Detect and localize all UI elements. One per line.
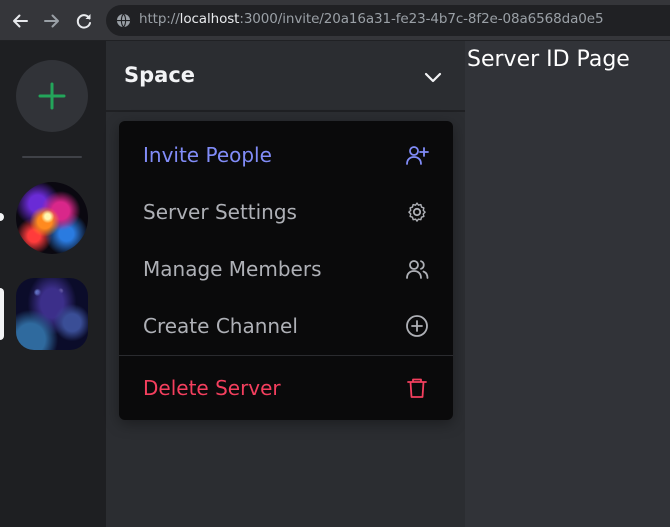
back-button[interactable] [8,9,32,33]
menu-item-label: Server Settings [143,200,297,224]
server-name: Space [124,63,196,87]
menu-item-label: Manage Members [143,257,322,281]
server-selected-indicator [0,288,4,340]
server-icon-2[interactable] [16,278,88,350]
user-plus-icon [406,146,429,165]
main-content: Server ID Page [465,41,670,527]
page-title: Server ID Page [467,47,630,72]
menu-item-invite-people[interactable]: Invite People [119,129,453,181]
users-icon [406,260,429,279]
gear-icon [408,202,426,222]
server-unread-indicator [0,213,4,221]
menu-item-server-settings[interactable]: Server Settings [119,186,453,238]
reload-icon [76,14,91,29]
add-server-button[interactable] [16,60,88,132]
menu-item-manage-members[interactable]: Manage Members [119,243,453,295]
url-text: http://localhost:3000/invite/20a16a31-fe… [139,11,604,27]
server-dropdown-menu: Invite People Server Settings Manage Mem… [119,121,453,420]
chevron-down-icon [424,72,442,83]
menu-item-label: Create Channel [143,314,298,338]
url-host: localhost [179,11,240,27]
trash-icon [407,378,427,398]
menu-separator [119,355,453,356]
plus-icon [38,82,66,110]
browser-toolbar: http://localhost:3000/invite/20a16a31-fe… [0,0,670,41]
server-rail [0,41,106,527]
menu-item-label: Invite People [143,143,272,167]
plus-circle-icon [406,315,428,337]
server-icon-1[interactable] [16,182,88,254]
url-prefix: http:// [139,11,180,27]
forward-button[interactable] [40,9,64,33]
server-header-button[interactable]: Space [106,41,465,112]
arrow-right-icon [44,14,59,28]
rail-divider [22,156,82,158]
address-bar[interactable]: http://localhost:3000/invite/20a16a31-fe… [106,5,670,36]
menu-item-create-channel[interactable]: Create Channel [119,300,453,352]
url-path: :3000/invite/20a16a31-fe23-4b7c-8f2e-08a… [239,11,604,27]
menu-item-label: Delete Server [143,376,281,400]
reload-button[interactable] [72,9,96,33]
menu-item-delete-server[interactable]: Delete Server [119,362,453,414]
site-info-icon[interactable] [116,13,131,28]
arrow-left-icon [13,14,28,28]
